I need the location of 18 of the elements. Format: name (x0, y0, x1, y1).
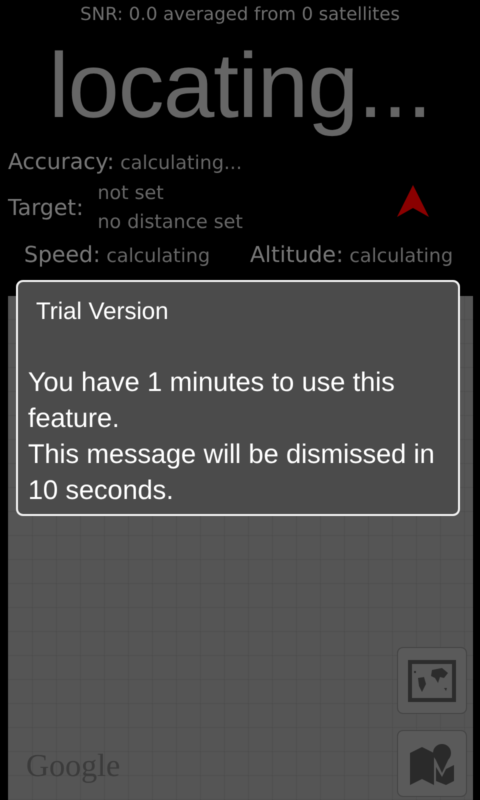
accuracy-value: calculating... (120, 152, 242, 174)
motion-label: Altitude: (250, 243, 344, 268)
map-button[interactable] (397, 730, 467, 797)
target-value: no distance set (97, 210, 243, 235)
status-heading: locating... (48, 34, 432, 139)
world-map-icon (408, 660, 456, 702)
motion-value: calculating (106, 245, 210, 267)
world-map-button[interactable] (397, 647, 467, 714)
motion-value: calculating (349, 245, 453, 267)
accuracy-label: Accuracy: (8, 150, 114, 175)
direction-arrow-icon (396, 185, 430, 217)
motion-label: Speed: (24, 243, 100, 268)
dialog-title: Trial Version (36, 298, 170, 326)
target-value: not set (97, 181, 165, 206)
dialog-message: You have 1 minutes to use this feature. (28, 366, 396, 435)
dialog-message: This message will be dismissed in 10 seconds. (28, 438, 436, 507)
snr-text: SNR: 0.0 averaged from 0 satellites (79, 4, 401, 26)
target-label: Target: (8, 196, 84, 220)
